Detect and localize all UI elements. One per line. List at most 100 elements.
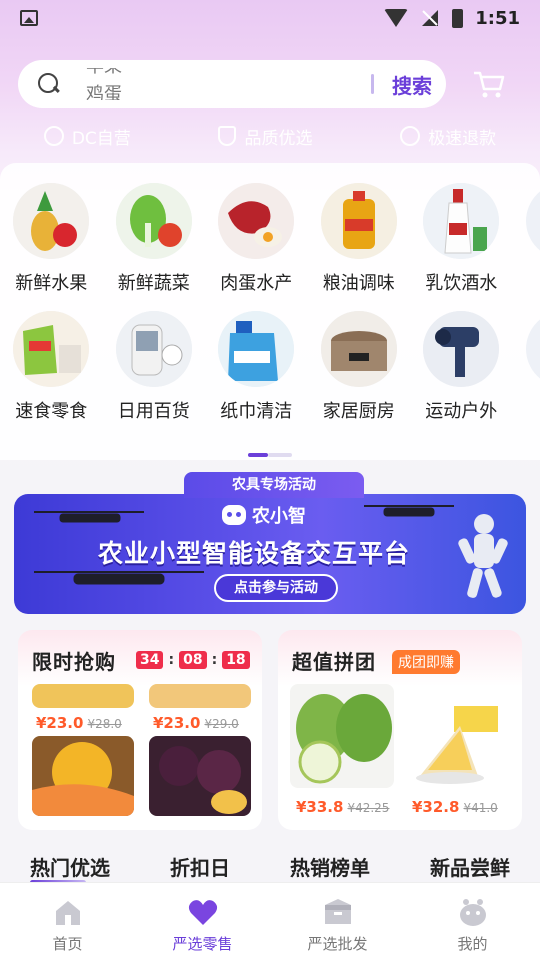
- countdown-minutes: 08: [179, 651, 207, 669]
- category-label: 滋: [513, 397, 540, 423]
- category-label: 新鲜蔬菜: [117, 273, 190, 294]
- category-fruit[interactable]: 新鲜水果: [0, 183, 103, 311]
- category-snack[interactable]: 速食零食: [0, 311, 103, 439]
- category-label: 粮油调味: [322, 273, 395, 294]
- category-panel: 新鲜水果 新鲜蔬菜 肉蛋水产 粮油调味 乳饮酒水 速食零食 日用百货 纸巾清洁 …: [0, 163, 540, 460]
- price-current: ¥23.0: [36, 714, 84, 732]
- service-dc: DC自营: [43, 124, 131, 149]
- category-label: 乳饮酒水: [425, 273, 498, 294]
- category-daily-goods[interactable]: 日用百货: [103, 311, 206, 439]
- robot-logo-icon: [222, 505, 246, 525]
- search-input[interactable]: 苹果 鸡蛋 搜索: [18, 60, 446, 108]
- personal-care-icon: [525, 183, 540, 259]
- nav-label: 我的: [457, 935, 488, 953]
- tab-hot-picks[interactable]: 热门优选: [30, 852, 110, 885]
- product-image-lime[interactable]: [290, 684, 394, 788]
- category-personal-care[interactable]: 个: [513, 183, 540, 311]
- category-pager: [248, 453, 292, 457]
- tab-discount-day[interactable]: 折扣日: [170, 852, 230, 881]
- countdown: 34 : 08 : 18: [136, 651, 250, 669]
- countdown-colon: :: [168, 652, 175, 668]
- countdown-colon: :: [211, 652, 218, 668]
- banner-tag: 农具专场活动: [184, 472, 364, 498]
- category-label: 运动户外: [425, 401, 498, 422]
- profile-icon: [459, 899, 486, 926]
- flash-sale-card[interactable]: 限时抢购 34 : 08 : 18 ¥23.0 ¥28.0 ¥23.0 ¥29.0: [18, 630, 262, 830]
- group-buy-badge: 成团即赚: [392, 650, 460, 674]
- battery-icon: [452, 8, 464, 28]
- price-current: ¥23.0: [153, 714, 201, 732]
- kitchen-icon: [320, 311, 397, 387]
- shield-check-icon: [218, 126, 237, 146]
- nav-retail[interactable]: 严选零售: [135, 883, 270, 960]
- drinks-icon: [423, 183, 500, 259]
- category-health[interactable]: 滋: [513, 311, 540, 439]
- banner-logo-text: 农小智: [252, 506, 306, 527]
- category-drinks[interactable]: 乳饮酒水: [410, 183, 513, 311]
- vegetable-icon: [115, 183, 192, 259]
- category-vegetable[interactable]: 新鲜蔬菜: [103, 183, 206, 311]
- search-placeholder: 苹果 鸡蛋: [86, 68, 371, 100]
- nav-wholesale[interactable]: 严选批发: [270, 883, 405, 960]
- section-tabs: 热门优选 折扣日 热销榜单 新品尝鲜: [0, 846, 540, 886]
- category-oil-grain[interactable]: 粮油调味: [308, 183, 411, 311]
- group-buy-title: 超值拼团: [292, 650, 376, 674]
- meat-egg-icon: [218, 183, 295, 259]
- group-buy-card[interactable]: 超值拼团 成团即赚 ¥33.8 ¥42.25 ¥32.8 ¥41.0: [278, 630, 522, 830]
- cart-icon[interactable]: [472, 69, 506, 99]
- price-original: ¥28.0: [87, 717, 122, 731]
- tab-new-arrivals[interactable]: 新品尝鲜: [430, 852, 510, 881]
- category-label: 个: [513, 269, 540, 295]
- category-kitchen[interactable]: 家居厨房: [308, 311, 411, 439]
- nav-label: 严选批发: [307, 935, 368, 953]
- service-quality: 品质优选: [218, 124, 312, 149]
- category-label: 纸巾清洁: [220, 401, 293, 422]
- pager-inactive: [268, 453, 292, 457]
- product-image-plum[interactable]: [149, 736, 251, 816]
- product-image[interactable]: [149, 684, 251, 708]
- category-sports[interactable]: 运动户外: [410, 311, 513, 439]
- fruit-icon: [13, 183, 90, 259]
- cleaning-icon: [218, 311, 295, 387]
- home-icon: [55, 901, 80, 925]
- price-original: ¥42.25: [347, 801, 390, 815]
- sports-icon: [423, 311, 500, 387]
- category-row-2: 速食零食 日用百货 纸巾清洁 家居厨房 运动户外: [0, 311, 540, 439]
- nav-label: 严选零售: [172, 935, 233, 953]
- store-icon: [43, 126, 64, 146]
- promo-banner[interactable]: 农小智 农业小型智能设备交互平台 点击参与活动 农具专场活动: [14, 470, 526, 616]
- product-image[interactable]: [32, 684, 134, 708]
- banner-title: 农业小型智能设备交互平台: [98, 539, 411, 568]
- nav-home[interactable]: 首页: [0, 883, 135, 960]
- price-current: ¥32.8: [412, 798, 460, 816]
- bottom-nav: 首页 严选零售 严选批发 我的: [0, 882, 540, 960]
- banner-cta-button[interactable]: 点击参与活动: [214, 574, 338, 602]
- tab-best-sellers[interactable]: 热销榜单: [290, 852, 370, 881]
- price-current: ¥33.8: [296, 798, 344, 816]
- search-button[interactable]: 搜索: [392, 70, 432, 99]
- category-label: 肉蛋水产: [220, 273, 293, 294]
- countdown-seconds: 18: [222, 651, 250, 669]
- service-row: DC自营 品质优选 极速退款: [0, 120, 540, 152]
- category-label: 速食零食: [15, 401, 88, 422]
- category-meat-egg[interactable]: 肉蛋水产: [205, 183, 308, 311]
- product-price: ¥32.8 ¥41.0: [412, 798, 498, 816]
- gallery-icon: [20, 10, 38, 26]
- countdown-hours: 34: [136, 651, 164, 669]
- category-cleaning[interactable]: 纸巾清洁: [205, 311, 308, 439]
- product-image-melon[interactable]: [32, 736, 134, 816]
- box-icon: [324, 899, 351, 924]
- snack-icon: [13, 311, 90, 387]
- price-original: ¥41.0: [463, 801, 498, 815]
- no-signal-icon: [420, 9, 440, 27]
- banner-body: 农小智 农业小型智能设备交互平台 点击参与活动: [14, 494, 526, 614]
- product-price: ¥23.0 ¥29.0: [153, 714, 239, 732]
- product-image-sandwich[interactable]: [408, 690, 508, 790]
- daily-goods-icon: [115, 311, 192, 387]
- service-label: 极速退款: [428, 128, 497, 149]
- nav-profile[interactable]: 我的: [405, 883, 540, 960]
- status-time: 1:51: [475, 7, 520, 29]
- flash-sale-title: 限时抢购: [32, 650, 116, 674]
- search-divider: [371, 74, 374, 94]
- status-bar: 1:51: [0, 0, 540, 36]
